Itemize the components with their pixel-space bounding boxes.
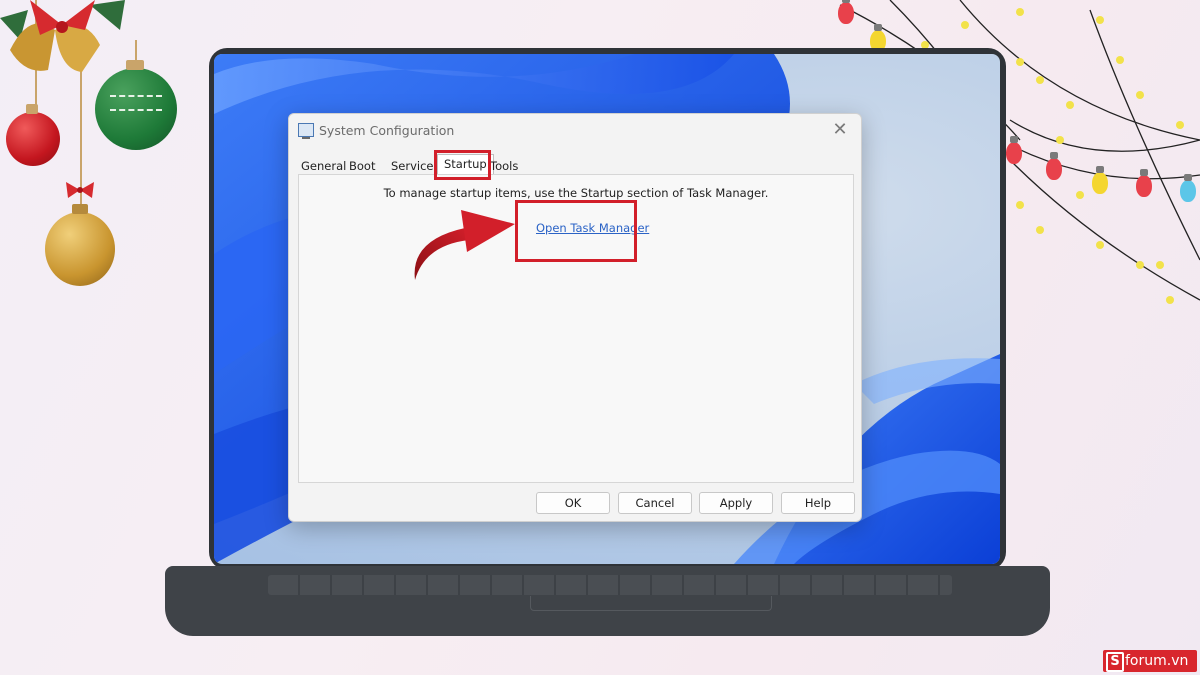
tab-services[interactable]: Services <box>391 157 440 175</box>
cancel-button[interactable]: Cancel <box>618 492 692 514</box>
tab-boot[interactable]: Boot <box>349 157 375 175</box>
title-bar: System Configuration ✕ <box>289 114 861 148</box>
sforum-logo: S <box>1106 652 1124 672</box>
keyboard <box>268 575 952 595</box>
startup-message: To manage startup items, use the Startup… <box>383 186 769 200</box>
system-configuration-dialog: System Configuration ✕ General Boot Serv… <box>288 113 862 522</box>
help-button[interactable]: Help <box>781 492 855 514</box>
app-monitor-icon <box>298 123 314 139</box>
tab-general[interactable]: General <box>301 157 346 175</box>
red-arrow-icon <box>414 210 515 280</box>
startup-tab-highlight <box>434 150 491 180</box>
touchpad <box>530 596 772 611</box>
task-manager-link-highlight <box>515 200 637 262</box>
apply-button[interactable]: Apply <box>699 492 773 514</box>
dialog-title: System Configuration <box>319 123 455 138</box>
watermark-text: forum.vn <box>1125 653 1189 669</box>
tab-tools[interactable]: Tools <box>490 157 518 175</box>
ok-button[interactable]: OK <box>536 492 610 514</box>
close-icon[interactable]: ✕ <box>829 119 851 141</box>
sforum-watermark: S forum.vn <box>1103 650 1197 672</box>
